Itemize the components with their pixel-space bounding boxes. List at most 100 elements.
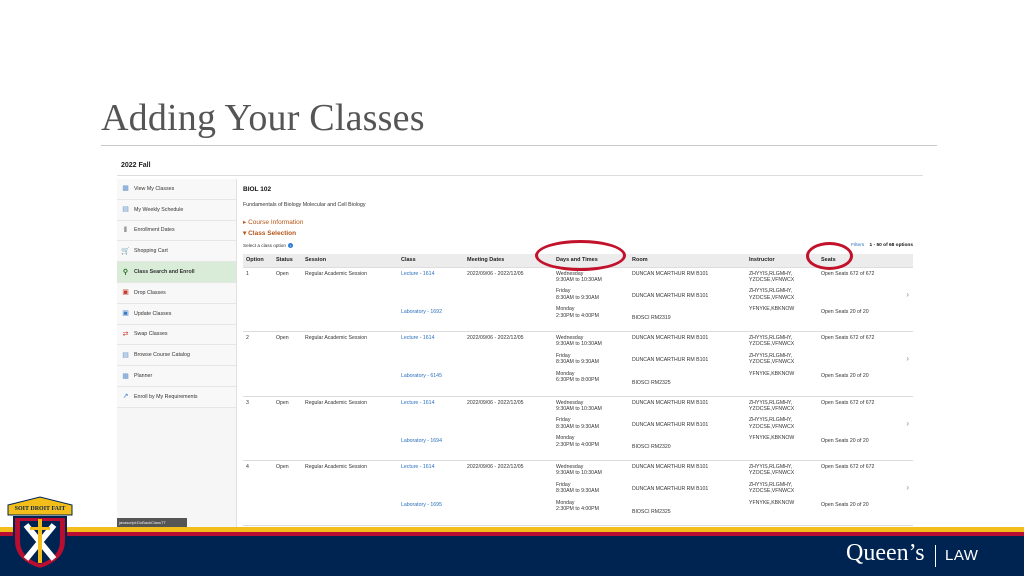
column-header-room[interactable]: Room xyxy=(629,254,746,268)
course-information-toggle[interactable]: ▸ Course Information xyxy=(243,218,303,226)
session-text: Regular Academic Session xyxy=(305,335,367,341)
column-header-instructor[interactable]: Instructor xyxy=(746,254,818,268)
class-options-table: Option Status Session Class Meeting Dates Day… xyxy=(243,254,913,526)
swap-icon: ⇄ xyxy=(122,330,129,338)
meeting-time: 6:30PM to 8:00PM xyxy=(556,377,599,384)
sidebar-item-label: Class Search and Enroll xyxy=(134,269,195,276)
table-row[interactable]: 2 Open Regular Academic Session Lecture - 1… xyxy=(243,331,913,397)
sidebar-item-planner[interactable]: ▦ Planner xyxy=(117,366,236,387)
laboratory-link[interactable]: Laboratory - 6145 xyxy=(401,373,461,379)
laboratory-link[interactable]: Laboratory - 1692 xyxy=(401,309,461,315)
column-header-option[interactable]: Option xyxy=(243,254,273,268)
catalog-icon: ▤ xyxy=(122,351,129,359)
pager-count: 1 - 50 of 68 options xyxy=(869,243,913,248)
table-row[interactable]: 1 Open Regular Academic Session Lecture - 1… xyxy=(243,267,913,332)
select-class-option-prompt: Select a class option i xyxy=(243,243,293,248)
instructor-text: YFNYKE,KBKNOW xyxy=(749,435,795,442)
table-row[interactable]: 4 Open Regular Academic Session Lecture - 1… xyxy=(243,460,913,526)
course-name: Fundamentals of Biology Molecular and Ce… xyxy=(243,202,366,208)
meeting-time: 2:30PM to 4:00PM xyxy=(556,441,599,448)
table-header-row: Option Status Session Class Meeting Dates Day… xyxy=(243,254,913,268)
weekly-schedule-icon: ▤ xyxy=(122,206,129,214)
sidebar-item-view-my-classes[interactable]: ▦ View My Classes xyxy=(117,179,236,200)
room-text: BIOSCI RM2325 xyxy=(632,508,671,515)
column-header-session[interactable]: Session xyxy=(302,254,398,268)
chevron-right-icon[interactable]: › xyxy=(906,290,909,299)
laboratory-link[interactable]: Laboratory - 1695 xyxy=(401,502,461,508)
meeting-time: 2:30PM to 4:00PM xyxy=(556,312,599,319)
laboratory-link[interactable]: Laboratory - 1694 xyxy=(401,438,461,444)
chevron-right-icon[interactable]: › xyxy=(906,354,909,363)
sidebar-item-enrollment-dates[interactable]: ‖ Enrollment Dates xyxy=(117,220,236,242)
sidebar-item-label: Swap Classes xyxy=(134,331,168,338)
seats-text: Open Seats 20 of 20 xyxy=(821,373,869,380)
course-code: BIOL 102 xyxy=(243,186,272,193)
enrollment-screenshot: 2022 Fall ▦ View My Classes ▤ My Weekly Sch… xyxy=(117,155,923,527)
svg-text:SOIT DROIT FAIT: SOIT DROIT FAIT xyxy=(15,506,66,512)
meeting-dates: 2022/09/06 - 2022/12/05 xyxy=(467,270,524,277)
sidebar-item-label: Planner xyxy=(134,373,153,380)
sidebar-item-label: View My Classes xyxy=(134,185,175,192)
law-wordmark: LAW xyxy=(945,547,979,564)
sidebar-item-label: Drop Classes xyxy=(134,289,166,296)
footer-red-stripe xyxy=(0,532,1024,536)
planner-icon: ▦ xyxy=(122,372,129,380)
table-row[interactable]: 3 Open Regular Academic Session Lecture - 1… xyxy=(243,396,913,461)
column-header-days-and-times[interactable]: Days and Times xyxy=(553,254,629,268)
option-number: 2 xyxy=(246,335,249,341)
sidebar-item-browse-course-catalog[interactable]: ▤ Browse Course Catalog xyxy=(117,345,236,367)
update-icon: ▣ xyxy=(122,310,129,318)
filters-link[interactable]: Filters xyxy=(851,243,864,248)
room-text: BIOSCI RM2319 xyxy=(632,315,671,322)
column-header-class[interactable]: Class xyxy=(398,254,464,268)
seats-text: Open Seats 20 of 20 xyxy=(821,502,869,509)
status-text: Open xyxy=(276,464,289,470)
session-text: Regular Academic Session xyxy=(305,399,367,406)
sidebar-item-my-weekly-schedule[interactable]: ▤ My Weekly Schedule xyxy=(117,199,236,221)
meeting-dates: 2022/09/06 - 2022/12/05 xyxy=(467,399,524,406)
law-crest-icon: SOIT DROIT FAIT xyxy=(7,496,73,571)
calendar-list-icon: ▦ xyxy=(122,185,129,193)
option-number: 4 xyxy=(246,464,249,470)
column-header-meeting-dates[interactable]: Meeting Dates xyxy=(464,254,553,268)
slide: Adding Your Classes 2022 Fall ▦ View My C… xyxy=(0,0,1024,576)
drop-icon: ▣ xyxy=(122,289,129,297)
sidebar-item-label: Enroll by My Requirements xyxy=(134,393,198,400)
info-icon[interactable]: i xyxy=(288,243,293,248)
sidebar-item-label: My Weekly Schedule xyxy=(134,206,184,213)
sidebar-item-label: Shopping Cart xyxy=(134,248,168,255)
column-header-status[interactable]: Status xyxy=(273,254,302,268)
column-header-seats[interactable]: Seats xyxy=(818,254,913,268)
brand-divider xyxy=(935,545,936,567)
enrollment-dates-icon: ‖ xyxy=(124,226,127,234)
sidebar: ▦ View My Classes ▤ My Weekly Schedule ‖ Enro… xyxy=(117,179,237,527)
sidebar-item-drop-classes[interactable]: ▣ Drop Classes xyxy=(117,282,236,304)
instructor-text: YFNYKE,KBKNOW xyxy=(749,370,795,377)
sidebar-item-shopping-cart[interactable]: 🛒 Shopping Cart xyxy=(117,241,236,263)
chevron-right-icon[interactable]: › xyxy=(906,419,909,428)
sidebar-item-enroll-by-my-requirements[interactable]: ↗ Enroll by My Requirements xyxy=(117,386,236,408)
status-bar-url: javascript:DoBackClassTT xyxy=(117,518,187,527)
sidebar-item-label: Enrollment Dates xyxy=(134,227,175,234)
pager: Filters 1 - 50 of 68 options xyxy=(851,243,913,248)
sidebar-item-swap-classes[interactable]: ⇄ Swap Classes xyxy=(117,324,236,346)
session-text: Regular Academic Session xyxy=(305,464,367,470)
term-label: 2022 Fall xyxy=(121,162,151,169)
shopping-cart-icon: 🛒 xyxy=(121,247,130,255)
class-selection-toggle[interactable]: ▾ Class Selection xyxy=(243,229,296,237)
sidebar-item-class-search-and-enroll[interactable]: ⚲ Class Search and Enroll xyxy=(117,262,236,283)
sidebar-item-update-classes[interactable]: ▣ Update Classes xyxy=(117,303,236,325)
session-text: Regular Academic Session xyxy=(305,270,367,277)
room-text: BIOSCI RM2320 xyxy=(632,444,671,451)
term-divider xyxy=(117,175,923,176)
title-divider xyxy=(101,145,937,146)
option-number: 3 xyxy=(246,399,249,406)
meeting-time: 2:30PM to 4:00PM xyxy=(556,506,599,513)
queens-wordmark: Queen’s xyxy=(846,540,925,566)
seats-text: Open Seats 20 of 20 xyxy=(821,308,869,315)
status-text: Open xyxy=(276,270,289,277)
chevron-right-icon[interactable]: › xyxy=(906,483,909,492)
room-text: BIOSCI RM2325 xyxy=(632,379,671,386)
instructor-text: YFNYKE,KBKNOW xyxy=(749,499,795,506)
search-icon: ⚲ xyxy=(122,268,129,276)
